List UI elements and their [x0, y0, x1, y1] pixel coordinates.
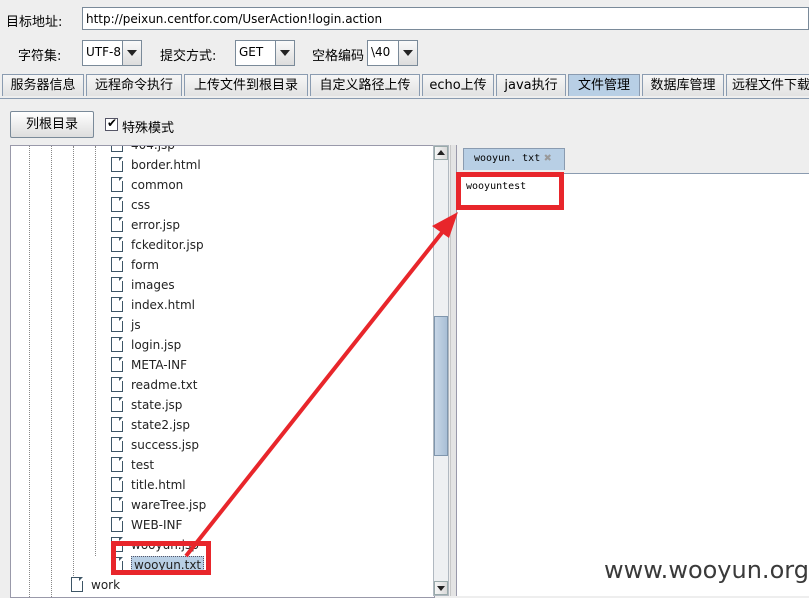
- watermark-text: www.wooyun.org: [604, 556, 809, 584]
- watermark: www.wooyun.org: [596, 548, 809, 596]
- annotation-arrow: [184, 212, 458, 558]
- arrow-shaft: [184, 223, 450, 558]
- arrow-head: [432, 212, 458, 238]
